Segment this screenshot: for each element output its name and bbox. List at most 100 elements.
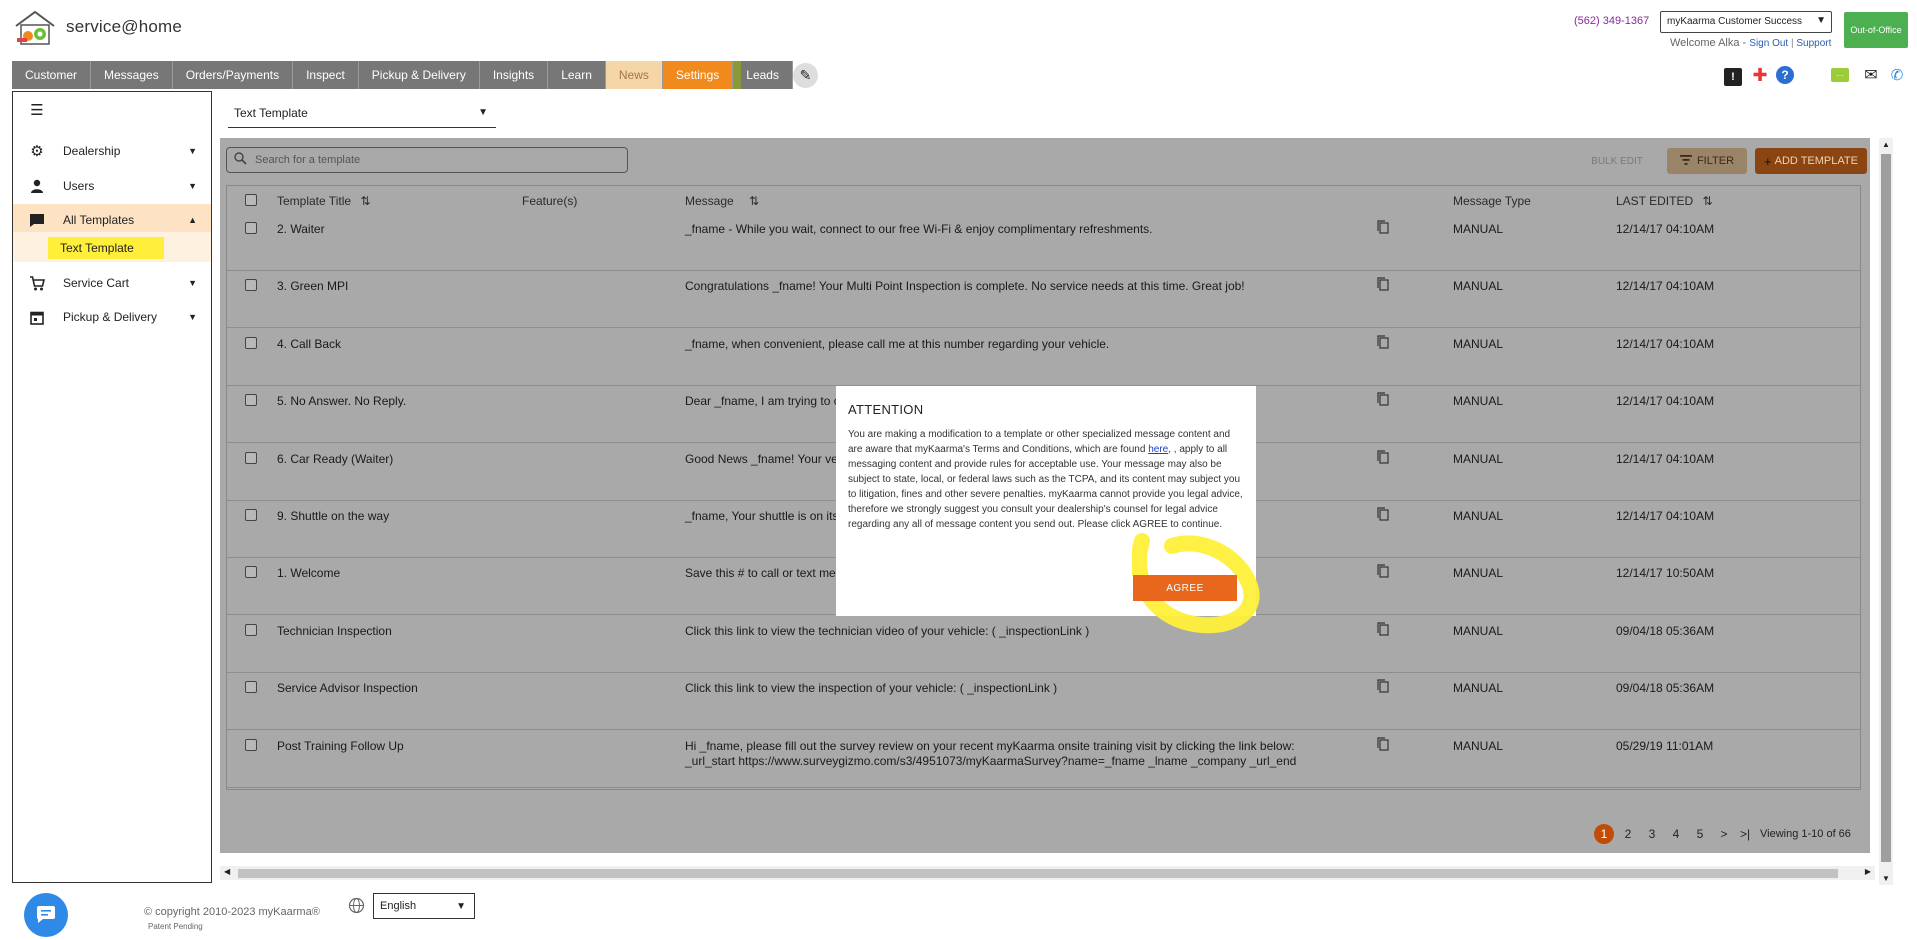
row-edited: 12/14/17 04:10AM [1616,394,1715,409]
sign-out-link[interactable]: Sign Out [1749,38,1788,49]
filter-button[interactable]: FILTER [1667,148,1747,174]
page-4[interactable]: 4 [1664,827,1688,841]
agree-button[interactable]: AGREE [1133,575,1237,601]
cart-icon [27,275,47,291]
vertical-scrollbar[interactable]: ▲ ▼ [1879,138,1893,885]
alert-icon[interactable]: ! [1724,68,1742,86]
language-value: English [380,900,417,912]
phone-icon[interactable]: ✆ [1888,66,1906,84]
tab-messages[interactable]: Messages [91,61,173,89]
copy-icon[interactable] [1377,277,1389,294]
copy-icon[interactable] [1377,335,1389,352]
support-link[interactable]: Support [1796,38,1831,49]
sidebar-item-pickup-delivery[interactable]: Pickup & Delivery ▼ [13,301,211,333]
add-template-button[interactable]: + ADD TEMPLATE [1755,148,1867,174]
row-type: MANUAL [1453,222,1504,236]
last-page-button[interactable]: >| [1736,827,1754,841]
tab-orders-payments[interactable]: Orders/Payments [172,61,294,89]
filter-label: FILTER [1696,155,1735,167]
house-logo-icon[interactable] [12,10,58,46]
row-checkbox[interactable] [245,451,257,464]
account-select[interactable]: myKaarma Customer Success ▼ [1660,11,1832,33]
sidebar-item-users[interactable]: Users ▼ [13,170,211,202]
copy-icon[interactable] [1377,736,1389,754]
scroll-down-icon[interactable]: ▼ [1882,874,1890,883]
tab-settings[interactable]: Settings [662,61,734,89]
row-type: MANUAL [1453,623,1504,638]
tab-pickup-delivery[interactable]: Pickup & Delivery [358,61,480,89]
mail-icon[interactable]: ✉ [1862,66,1880,84]
help-icon[interactable]: ? [1776,66,1794,84]
row-checkbox[interactable] [245,222,257,234]
row-checkbox[interactable] [245,279,257,292]
copy-icon[interactable] [1377,392,1389,409]
col-header-features: Feature(s) [522,194,578,208]
row-message: Good News _fname! Your veh [685,452,844,467]
plus-icon[interactable]: ✚ [1751,65,1769,85]
row-message-line: Save this # to call or text me. S [685,566,851,581]
copy-icon[interactable] [1377,449,1389,467]
horizontal-scrollbar[interactable]: ◀ ▶ [220,866,1875,880]
row-checkbox[interactable] [245,623,257,636]
copy-icon[interactable] [1377,220,1389,237]
row-message-line: Click this link to view the technician v… [685,623,1090,638]
chat-bubble-icon[interactable] [24,893,68,937]
scroll-up-icon[interactable]: ▲ [1882,140,1890,149]
row-message: _fname - While you wait, connect to our … [685,222,1153,237]
table-row[interactable]: Post Training Follow Up Hi _fname, please… [227,731,1860,788]
sidebar-subitem-text-template[interactable]: Text Template [48,237,164,259]
row-type: MANUAL [1453,738,1504,753]
phone-number[interactable]: (562) 349-1367 [1574,15,1649,27]
next-page-button[interactable]: > [1712,827,1736,841]
sidebar-item-label: Users [63,179,95,193]
copy-icon[interactable] [1377,564,1389,581]
row-checkbox[interactable] [245,394,257,407]
sidebar-menu-toggle[interactable]: ☰ [13,95,211,125]
page-1[interactable]: 1 [1594,824,1614,844]
text-message-icon[interactable]: ··· [1831,68,1849,82]
row-checkbox[interactable] [245,738,257,751]
page-5[interactable]: 5 [1688,827,1712,841]
page-2[interactable]: 2 [1616,827,1640,841]
search-input[interactable]: Search for a template [226,147,628,173]
tab-learn[interactable]: Learn [548,61,606,89]
out-of-office-button[interactable]: Out-of-Office [1844,12,1908,48]
table-row[interactable]: 4. Call Back _fname, when convenient, ple… [227,329,1860,386]
row-message-line: Dear _fname, I am trying to co [685,394,847,409]
tab-news[interactable]: News [605,61,663,89]
table-row[interactable]: Service Advisor Inspection Click this lin… [227,673,1860,731]
bulk-edit-button[interactable]: BULK EDIT [1582,148,1652,174]
sidebar-item-dealership[interactable]: ⚙ Dealership ▼ [13,135,211,167]
table-row[interactable]: 3. Green MPI Congratulations _fname! Your… [227,271,1860,329]
select-all-checkbox[interactable] [245,194,257,206]
table-row[interactable]: Technician Inspection Click this link to … [227,616,1860,673]
row-checkbox[interactable] [245,566,257,579]
pencil-edit-icon[interactable]: ✎ [793,63,818,88]
scroll-right-icon[interactable]: ▶ [1865,867,1871,876]
tab-inspect[interactable]: Inspect [293,61,359,89]
tab-insights[interactable]: Insights [479,61,549,89]
language-select[interactable]: English ▼ [373,893,475,919]
col-header-message[interactable]: Message ⇅ [685,194,759,208]
scrollbar-thumb[interactable] [238,869,1838,878]
copy-icon[interactable] [1377,507,1389,524]
row-checkbox[interactable] [245,681,257,694]
table-row[interactable]: 2. Waiter _fname - While you wait, connec… [227,214,1860,271]
page-3[interactable]: 3 [1640,827,1664,841]
row-message: _fname, when convenient, please call me … [685,337,1109,352]
col-header-edited[interactable]: LAST EDITED ⇅ [1616,194,1713,208]
col-header-title[interactable]: Template Title ⇅ [277,194,370,208]
tab-customer[interactable]: Customer [12,61,92,89]
scrollbar-thumb[interactable] [1881,154,1891,862]
template-type-select[interactable]: Text Template ▼ [228,100,496,128]
scroll-left-icon[interactable]: ◀ [224,867,230,876]
sort-icon: ⇅ [749,194,760,208]
row-checkbox[interactable] [245,509,257,521]
sidebar-item-service-cart[interactable]: Service Cart ▼ [13,267,211,299]
tab-leads[interactable]: Leads [733,61,793,89]
copy-icon[interactable] [1377,622,1389,639]
row-type: MANUAL [1453,566,1504,581]
row-checkbox[interactable] [245,336,257,349]
copy-icon[interactable] [1377,679,1389,696]
terms-link[interactable]: here [1148,444,1168,455]
